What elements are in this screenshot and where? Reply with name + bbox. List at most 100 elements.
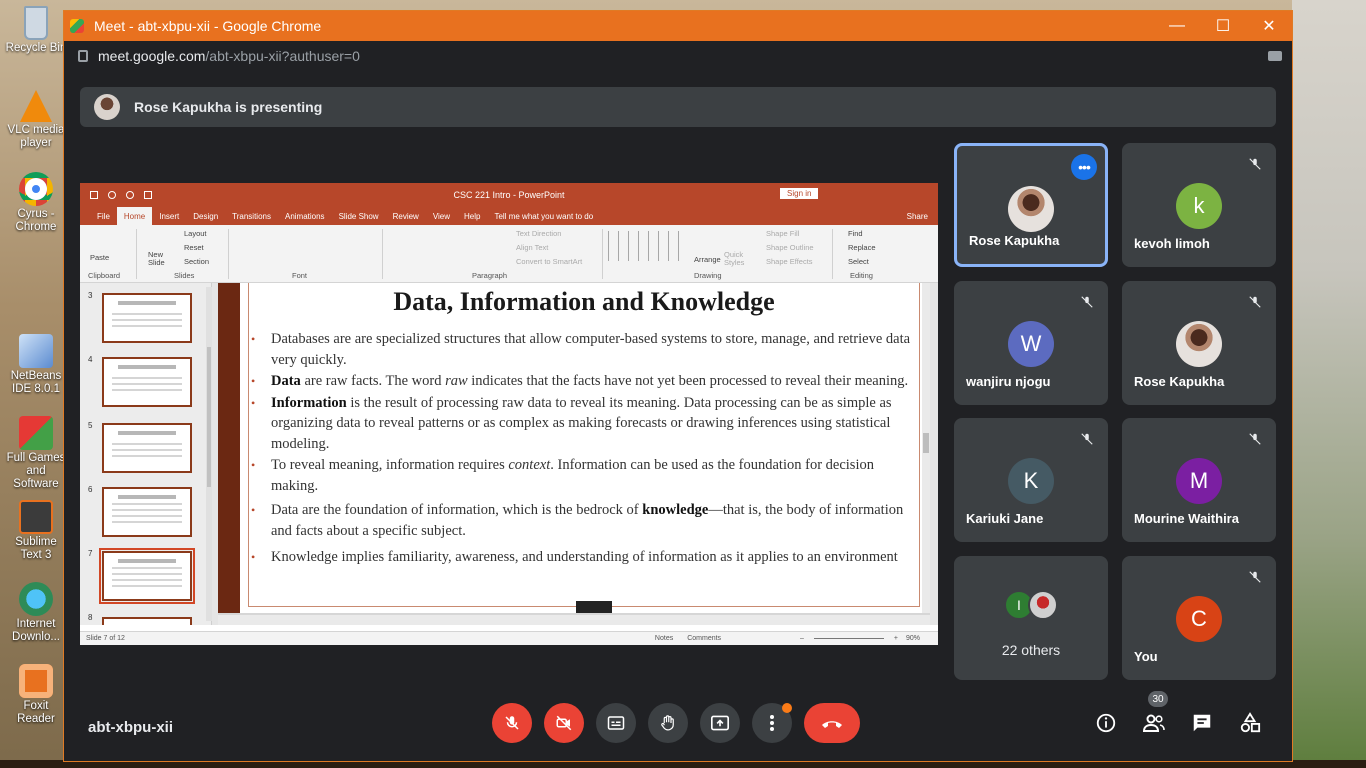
slide-thumbnails-pane: 3 4 5 6 7 8 bbox=[80, 283, 212, 625]
netbeans-cube-icon bbox=[19, 334, 53, 368]
bullet-context: To reveal meaning, information requires … bbox=[251, 455, 915, 496]
participant-tile[interactable]: ••• Rose Kapukha bbox=[954, 143, 1108, 267]
participant-name: You bbox=[1134, 649, 1158, 664]
recycle-bin-icon bbox=[24, 6, 48, 40]
raise-hand-button[interactable] bbox=[648, 703, 688, 743]
desktop-wallpaper-strip bbox=[1292, 0, 1366, 768]
activities-button[interactable] bbox=[1236, 709, 1264, 737]
group-separator bbox=[832, 229, 833, 279]
desktop-icon-label: Full Games and Software bbox=[6, 452, 66, 490]
desktop-icon-full-games[interactable]: Full Games and Software bbox=[4, 416, 68, 491]
slide-thumbnail bbox=[102, 617, 192, 625]
slide-thumbnail bbox=[102, 293, 192, 343]
desktop-icon-idm[interactable]: Internet Downlo... bbox=[4, 582, 68, 644]
ribbon-tab-home: Home bbox=[116, 207, 153, 225]
participant-avatar: k bbox=[1176, 183, 1222, 229]
slide-thumbnail bbox=[102, 487, 192, 537]
group-font: Font bbox=[292, 271, 308, 280]
desktop-icon-chrome[interactable]: Cyrus - Chrome bbox=[4, 172, 68, 234]
participant-name: Rose Kapukha bbox=[969, 233, 1060, 248]
chat-button[interactable] bbox=[1188, 709, 1216, 737]
slide-counter: Slide 7 of 12 bbox=[86, 635, 125, 642]
group-clipboard: Clipboard bbox=[88, 271, 121, 280]
group-editing: Editing bbox=[850, 271, 873, 280]
thumb-number: 5 bbox=[88, 421, 93, 430]
close-icon[interactable]: ✕ bbox=[1246, 11, 1292, 41]
more-options-icon[interactable]: ••• bbox=[1071, 154, 1097, 180]
powerpoint-titlebar: CSC 221 Intro - PowerPoint Sign in bbox=[80, 183, 938, 207]
sublime-text-icon bbox=[19, 500, 53, 534]
powerpoint-workspace: 3 4 5 6 7 8 Data, Information and Knowle… bbox=[80, 283, 938, 625]
games-cubes-icon bbox=[19, 416, 53, 450]
slide-thumbnail bbox=[102, 357, 192, 407]
bullet-familiarity: Knowledge implies familiarity, awareness… bbox=[251, 547, 915, 568]
address-bar[interactable]: meet.google.com /abt-xbpu-xii?authuser=0 bbox=[64, 41, 1292, 71]
desktop-icon-label: Recycle Bin bbox=[5, 42, 67, 54]
more-options-button[interactable] bbox=[752, 703, 792, 743]
participant-tile[interactable]: K Kariuki Jane bbox=[954, 418, 1108, 542]
group-paragraph: Paragraph bbox=[472, 271, 508, 280]
current-slide: Data, Information and Knowledge Database… bbox=[218, 283, 928, 613]
participant-tile[interactable]: W wanjiru njogu bbox=[954, 281, 1108, 405]
minimize-icon[interactable]: — bbox=[1154, 11, 1200, 41]
microphone-toggle-button[interactable] bbox=[492, 703, 532, 743]
align-text-button: Align Text bbox=[516, 243, 549, 252]
others-count-label: 22 others bbox=[1001, 642, 1061, 658]
participant-tile[interactable]: k kevoh limoh bbox=[1122, 143, 1276, 267]
group-separator bbox=[136, 229, 137, 279]
comments-button: Comments bbox=[687, 635, 722, 642]
ribbon-tab-slideshow: Slide Show bbox=[338, 211, 379, 221]
show-everyone-button[interactable] bbox=[1140, 709, 1168, 737]
present-now-button[interactable] bbox=[700, 703, 740, 743]
zoom-control: – + 90% bbox=[800, 635, 920, 642]
participant-avatar: C bbox=[1176, 596, 1222, 642]
leave-call-button[interactable] bbox=[804, 703, 860, 743]
participant-avatar: M bbox=[1176, 458, 1222, 504]
internet-download-manager-icon bbox=[19, 582, 53, 616]
mic-off-icon bbox=[1246, 430, 1264, 448]
camera-permission-icon[interactable] bbox=[1268, 51, 1282, 61]
participant-tile[interactable]: M Mourine Waithira bbox=[1122, 418, 1276, 542]
desktop-icon-sublime[interactable]: Sublime Text 3 bbox=[4, 500, 68, 562]
thumb-number: 4 bbox=[88, 355, 93, 364]
window-title: Meet - abt-xbpu-xii - Google Chrome bbox=[94, 18, 322, 34]
ribbon-tab-transitions: Transitions bbox=[232, 211, 271, 221]
others-avatar-photo bbox=[1028, 590, 1058, 620]
thumb-number: 7 bbox=[88, 549, 93, 558]
others-tile[interactable]: I 22 others bbox=[954, 556, 1108, 680]
desktop-icon-label: VLC media player bbox=[7, 124, 65, 149]
url-path: /abt-xbpu-xii?authuser=0 bbox=[205, 48, 360, 64]
self-tile[interactable]: C You bbox=[1122, 556, 1276, 680]
maximize-icon[interactable]: ☐ bbox=[1200, 11, 1246, 41]
chrome-window: Meet - abt-xbpu-xii - Google Chrome — ☐ … bbox=[63, 10, 1293, 762]
desktop-icon-netbeans[interactable]: NetBeans IDE 8.0.1 bbox=[4, 334, 68, 396]
arrange-button: Arrange bbox=[694, 255, 721, 264]
section-button: Section bbox=[184, 257, 210, 266]
slide-title: Data, Information and Knowledge bbox=[393, 287, 775, 316]
foxit-reader-icon bbox=[19, 664, 53, 698]
lock-icon bbox=[78, 50, 88, 62]
desktop-icon-recycle-bin[interactable]: Recycle Bin bbox=[4, 6, 68, 55]
shape-outline-button: Shape Outline bbox=[766, 243, 814, 252]
powerpoint-ribbon: Paste New Slide Layout Reset Section Tex… bbox=[80, 225, 938, 283]
participant-tile[interactable]: Rose Kapukha bbox=[1122, 281, 1276, 405]
slide-editor: Data, Information and Knowledge Database… bbox=[218, 283, 930, 625]
camera-toggle-button[interactable] bbox=[544, 703, 584, 743]
mic-off-icon bbox=[1246, 293, 1264, 311]
meet-favicon-icon bbox=[70, 19, 84, 33]
slide-vertical-scrollbar bbox=[922, 283, 930, 613]
meeting-details-button[interactable] bbox=[1092, 709, 1120, 737]
desktop-icon-foxit[interactable]: Foxit Reader bbox=[4, 664, 68, 726]
people-icon bbox=[1142, 714, 1165, 732]
present-screen-icon bbox=[711, 715, 729, 731]
chat-icon bbox=[1193, 714, 1211, 732]
window-titlebar[interactable]: Meet - abt-xbpu-xii - Google Chrome — ☐ … bbox=[64, 11, 1292, 41]
captions-button[interactable] bbox=[596, 703, 636, 743]
presenting-banner: Rose Kapukha is presenting bbox=[80, 87, 1276, 127]
ribbon-tab-insert: Insert bbox=[159, 211, 180, 221]
desktop-icon-label: Internet Downlo... bbox=[12, 618, 60, 643]
notification-dot bbox=[782, 703, 792, 713]
ribbon-tab-review: Review bbox=[392, 211, 419, 221]
desktop-icon-vlc[interactable]: VLC media player bbox=[4, 90, 68, 150]
presenter-avatar bbox=[94, 94, 120, 120]
